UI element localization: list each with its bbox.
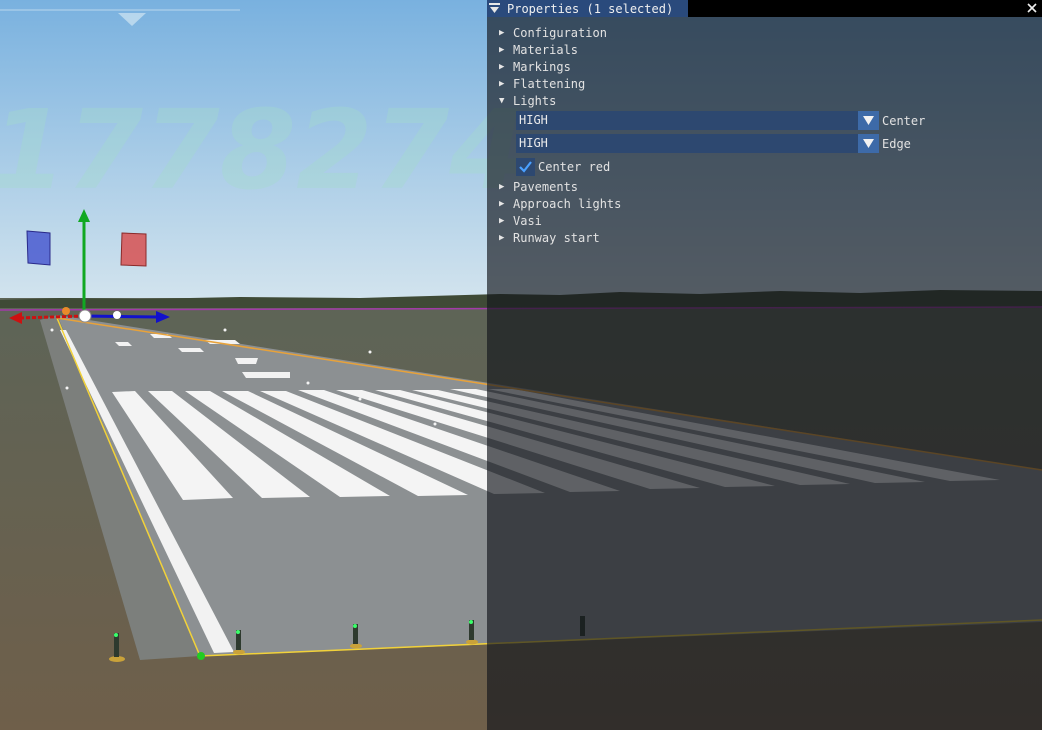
tree-node-lights[interactable]: ▼ Lights [499, 93, 699, 109]
edge-dropdown-button[interactable] [858, 134, 879, 153]
gizmo-z-axis[interactable] [83, 314, 159, 319]
gizmo-plane-handle-red[interactable] [120, 232, 147, 267]
triangle-right-icon: ▶ [499, 216, 505, 226]
triangle-right-icon: ▶ [499, 233, 505, 243]
triangle-right-icon: ▶ [499, 199, 505, 209]
tree-node-approach-lights[interactable]: ▶ Approach lights [499, 196, 699, 212]
panel-title-tab[interactable]: Properties (1 selected) [487, 0, 688, 17]
chevron-down-icon [863, 116, 874, 125]
center-lights-dropdown[interactable]: HIGH [516, 111, 879, 130]
tree-node-runway-start[interactable]: ▶ Runway start [499, 230, 699, 246]
tree-node-flattening[interactable]: ▶ Flattening [499, 76, 699, 92]
triangle-right-icon: ▶ [499, 79, 505, 89]
triangle-down-icon[interactable] [489, 3, 500, 14]
center-lights-label: Center [882, 114, 926, 128]
panel-title: Properties (1 selected) [507, 2, 674, 16]
properties-panel: Properties (1 selected) ▶ Configuration ▶… [487, 0, 1042, 730]
triangle-right-icon: ▶ [499, 62, 505, 72]
gizmo-center[interactable] [78, 309, 92, 323]
chevron-down-icon [863, 139, 874, 148]
center-red-label: Center red [538, 160, 611, 174]
tree-node-pavements[interactable]: ▶ Pavements [499, 179, 699, 195]
center-red-checkbox[interactable] [516, 158, 535, 176]
checkmark-icon [519, 161, 532, 173]
center-dropdown-button[interactable] [858, 111, 879, 130]
edge-lights-dropdown[interactable]: HIGH [516, 134, 879, 153]
gizmo-secondary-handle[interactable] [113, 311, 121, 319]
triangle-right-icon: ▶ [499, 45, 505, 55]
tree-node-markings[interactable]: ▶ Markings [499, 59, 699, 75]
vertex-handle[interactable] [197, 652, 205, 660]
tree-node-materials[interactable]: ▶ Materials [499, 42, 699, 58]
triangle-right-icon: ▶ [499, 28, 505, 38]
gizmo-x-axis[interactable] [19, 314, 85, 320]
gizmo-plane-handle-blue[interactable] [26, 230, 51, 266]
close-icon[interactable] [1025, 1, 1039, 15]
gizmo-orange-handle[interactable] [62, 307, 70, 315]
panel-titlebar: Properties (1 selected) [487, 0, 1042, 17]
tree-node-configuration[interactable]: ▶ Configuration [499, 25, 699, 41]
tree-node-vasi[interactable]: ▶ Vasi [499, 213, 699, 229]
center-lights-value: HIGH [519, 113, 548, 127]
watermark-text: 1778274 [0, 86, 526, 214]
edge-lights-label: Edge [882, 137, 911, 151]
edge-lights-value: HIGH [519, 136, 548, 150]
triangle-right-icon: ▶ [499, 182, 505, 192]
triangle-down-icon: ▼ [499, 96, 505, 106]
